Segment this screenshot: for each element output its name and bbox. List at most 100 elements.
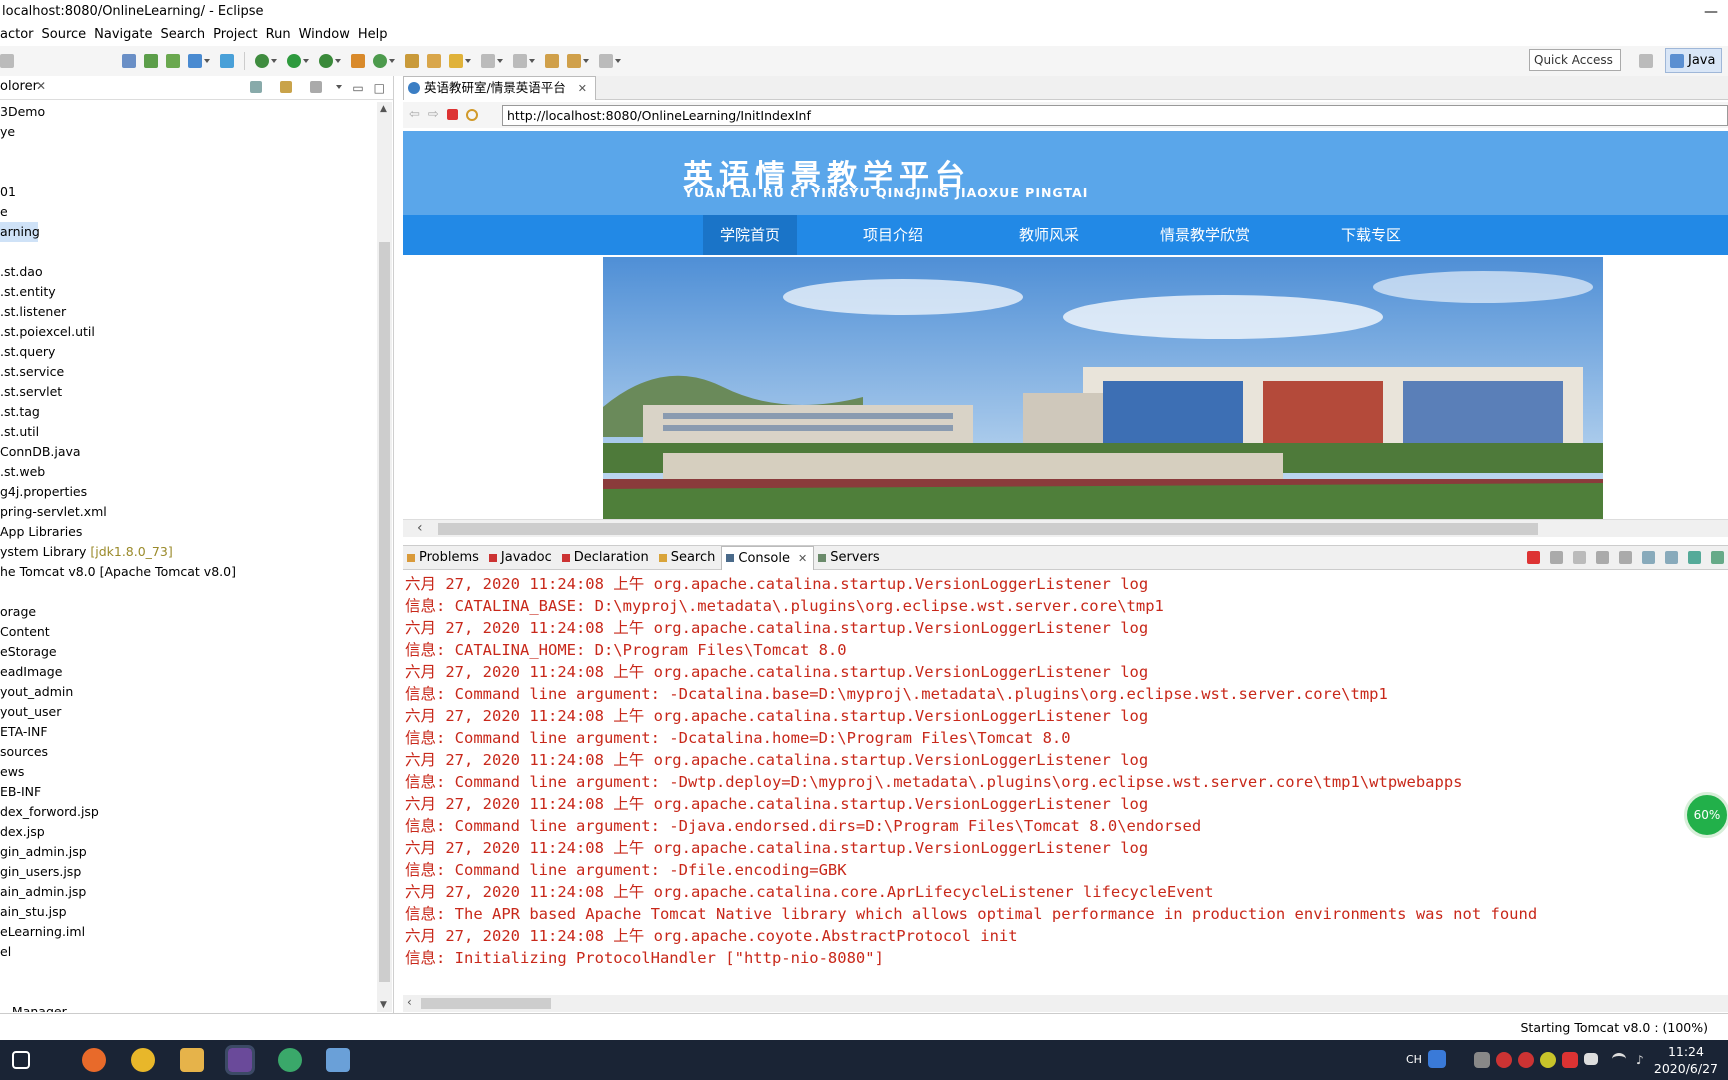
java-perspective-button[interactable]: Java bbox=[1665, 48, 1723, 73]
calculator-icon[interactable] bbox=[166, 54, 180, 68]
nav-home[interactable]: 学院首页 bbox=[703, 215, 797, 255]
tree-item[interactable]: eLearning.iml bbox=[0, 922, 85, 942]
pin-console-icon[interactable] bbox=[1688, 551, 1701, 564]
tray-app-icon[interactable] bbox=[1474, 1052, 1490, 1068]
tree-item[interactable]: ETA-INF bbox=[0, 722, 48, 742]
focus-icon[interactable] bbox=[310, 81, 323, 93]
chrome-icon[interactable] bbox=[131, 1048, 155, 1072]
tree-item[interactable]: ain_stu.jsp bbox=[0, 902, 67, 922]
tree-item[interactable]: gin_admin.jsp bbox=[0, 842, 87, 862]
tree-item[interactable]: 3Demo bbox=[0, 102, 45, 122]
remove-all-icon[interactable] bbox=[1573, 551, 1586, 564]
url-input[interactable]: http://localhost:8080/OnlineLearning/Ini… bbox=[502, 105, 1728, 126]
battery-icon[interactable] bbox=[1584, 1053, 1598, 1065]
tree-item[interactable]: gin_users.jsp bbox=[0, 862, 81, 882]
run-external-icon[interactable] bbox=[319, 54, 333, 68]
nav-downloads[interactable]: 下载专区 bbox=[1321, 215, 1421, 255]
tree-item[interactable]: 01 bbox=[0, 182, 16, 202]
ime-indicator[interactable]: CH bbox=[1406, 1053, 1422, 1066]
collapse-all-icon[interactable] bbox=[250, 81, 263, 93]
tree-item[interactable]: ye bbox=[0, 122, 15, 142]
forward-icon[interactable] bbox=[599, 54, 613, 68]
tree-item[interactable]: .st.poiexcel.util bbox=[0, 322, 95, 342]
link-editor-icon[interactable] bbox=[280, 81, 293, 93]
new-class-icon[interactable] bbox=[373, 54, 387, 68]
tree-item[interactable]: ConnDB.java bbox=[0, 442, 81, 462]
memory-badge[interactable]: 60% bbox=[1684, 792, 1728, 838]
tree-item[interactable]: ystem Library [jdk1.8.0_73] bbox=[0, 542, 173, 562]
tree-item[interactable]: .st.servlet bbox=[0, 382, 62, 402]
new-server-icon[interactable] bbox=[351, 54, 365, 68]
menu-window[interactable]: Window bbox=[299, 24, 358, 46]
explorer-scrollbar[interactable]: ▲ ▼ bbox=[377, 102, 392, 1012]
refresh-icon[interactable] bbox=[465, 108, 478, 121]
show-stdout-icon[interactable] bbox=[1642, 551, 1655, 564]
view-menu-icon[interactable] bbox=[336, 85, 343, 89]
nav-showcase[interactable]: 情景教学欣赏 bbox=[1145, 215, 1265, 255]
tree-item[interactable]: .st.listener bbox=[0, 302, 66, 322]
debug-icon[interactable] bbox=[255, 54, 269, 68]
tree-item[interactable]: .st.tag bbox=[0, 402, 40, 422]
stop-icon[interactable] bbox=[446, 109, 458, 120]
menu-help[interactable]: Help bbox=[358, 24, 396, 46]
scroll-lock-icon[interactable] bbox=[1619, 551, 1632, 564]
tree-item[interactable]: .st.service bbox=[0, 362, 64, 382]
scrollbar-thumb[interactable] bbox=[438, 523, 1538, 535]
tab-browser[interactable]: 英语教研室/情景英语平台 ✕ bbox=[403, 76, 596, 100]
minimize-view-icon[interactable]: ▭ bbox=[352, 81, 363, 95]
tree-item[interactable]: .st.entity bbox=[0, 282, 56, 302]
explorer-tab[interactable]: olorer ✕ ▭ □ bbox=[0, 76, 393, 100]
minimize-icon[interactable]: — bbox=[1704, 0, 1718, 24]
show-stderr-icon[interactable] bbox=[1665, 551, 1678, 564]
tree-item[interactable]: dex.jsp bbox=[0, 822, 45, 842]
console-output[interactable]: 六月 27, 2020 11:24:08 上午 org.apache.catal… bbox=[405, 573, 1728, 993]
scroll-left-icon[interactable]: ‹ bbox=[417, 520, 423, 536]
tab-search[interactable]: Search bbox=[655, 546, 722, 570]
tab-problems[interactable]: Problems bbox=[403, 546, 485, 570]
tab-javadoc[interactable]: Javadoc bbox=[485, 546, 558, 570]
tree-item[interactable]: sources bbox=[0, 742, 48, 762]
prev-annotation-icon[interactable] bbox=[513, 54, 527, 68]
scrollbar-thumb[interactable] bbox=[421, 998, 551, 1009]
task-view-icon[interactable] bbox=[12, 1051, 30, 1069]
menu-run[interactable]: Run bbox=[266, 24, 299, 46]
close-icon[interactable]: ✕ bbox=[578, 82, 587, 95]
tree-item[interactable]: .st.util bbox=[0, 422, 39, 442]
menu-refactor[interactable]: actor bbox=[0, 24, 42, 46]
notepad-icon[interactable] bbox=[326, 1048, 350, 1072]
maximize-view-icon[interactable]: □ bbox=[374, 81, 385, 95]
tree-item[interactable]: .st.query bbox=[0, 342, 55, 362]
tab-servers[interactable]: Servers bbox=[814, 546, 885, 570]
menu-navigate[interactable]: Navigate bbox=[94, 24, 160, 46]
build-icon[interactable] bbox=[144, 54, 158, 68]
tree-item[interactable]: dex_forword.jsp bbox=[0, 802, 99, 822]
tree-item[interactable]: e bbox=[0, 202, 8, 222]
tree-item[interactable]: pring-servlet.xml bbox=[0, 502, 107, 522]
close-icon[interactable]: ✕ bbox=[798, 552, 807, 565]
firefox-icon[interactable] bbox=[82, 1048, 106, 1072]
open-perspective-icon[interactable] bbox=[1639, 53, 1653, 68]
tab-console[interactable]: Console ✕ bbox=[721, 545, 815, 570]
tree-item[interactable]: eadImage bbox=[0, 662, 62, 682]
terminate-icon[interactable] bbox=[1527, 551, 1540, 564]
menu-project[interactable]: Project bbox=[213, 24, 265, 46]
tree-item[interactable]: g4j.properties bbox=[0, 482, 87, 502]
forward-icon[interactable]: ⇨ bbox=[428, 107, 439, 122]
refresh-icon[interactable] bbox=[220, 54, 234, 68]
tree-item[interactable]: ...Manager bbox=[0, 1002, 67, 1012]
next-annotation-icon[interactable] bbox=[481, 54, 495, 68]
pencil-icon[interactable] bbox=[449, 54, 463, 68]
qq-icon[interactable] bbox=[1496, 1052, 1512, 1068]
scroll-up-icon[interactable]: ▲ bbox=[380, 104, 387, 114]
tray-yellow-icon[interactable] bbox=[1540, 1052, 1556, 1068]
tree-item[interactable]: orage bbox=[0, 602, 36, 622]
last-edit-icon[interactable] bbox=[545, 54, 559, 68]
file-explorer-icon[interactable] bbox=[180, 1048, 204, 1072]
volume-icon[interactable]: ♪ bbox=[1636, 1053, 1650, 1067]
back-icon[interactable]: ⇦ bbox=[409, 107, 420, 122]
nav-teachers[interactable]: 教师风采 bbox=[999, 215, 1099, 255]
app-icon[interactable] bbox=[278, 1048, 302, 1072]
scrollbar-thumb[interactable] bbox=[379, 242, 390, 982]
tree-item[interactable]: yout_admin bbox=[0, 682, 73, 702]
tree-item[interactable]: eStorage bbox=[0, 642, 57, 662]
